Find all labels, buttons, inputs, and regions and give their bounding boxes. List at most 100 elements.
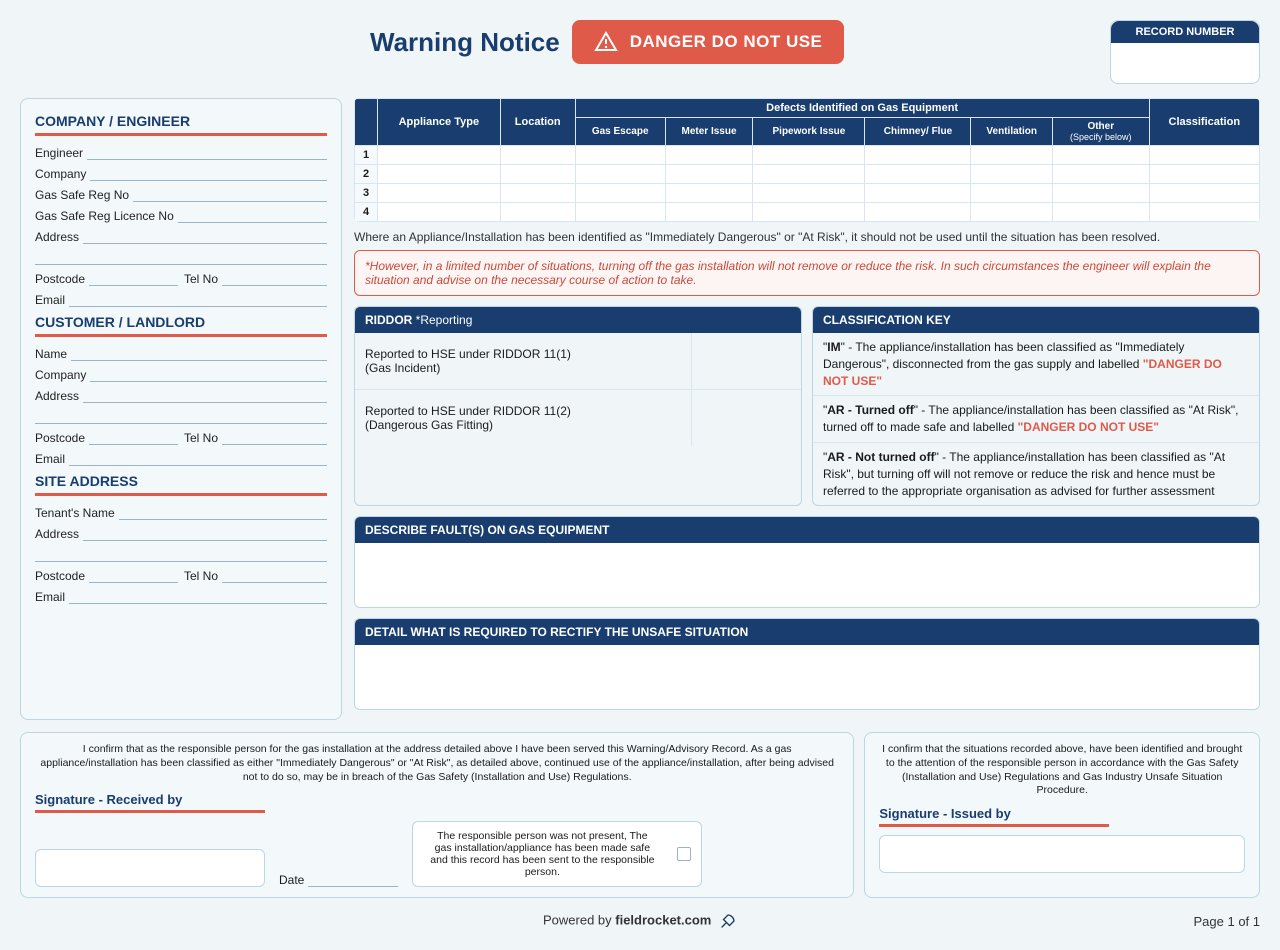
date-label: Date	[279, 873, 304, 887]
customer-company-input[interactable]	[90, 368, 327, 382]
signature-received-panel: I confirm that as the responsible person…	[20, 732, 854, 898]
not-present-text: The responsible person was not present, …	[430, 830, 654, 878]
not-present-box: The responsible person was not present, …	[412, 821, 702, 887]
footer-page: Page 1 of 1	[1180, 914, 1260, 929]
gas-safe-reg-no-input[interactable]	[133, 188, 327, 202]
customer-address-input[interactable]	[83, 389, 327, 403]
classkey-ar-off: "AR - Turned off" - The appliance/instal…	[813, 396, 1259, 443]
company-address-label: Address	[35, 230, 79, 244]
danger-label: DANGER DO NOT USE	[630, 32, 823, 52]
not-present-checkbox[interactable]	[677, 847, 691, 861]
col-chimney-flue: Chimney/ Flue	[865, 118, 970, 145]
site-address-input-2[interactable]	[35, 548, 327, 562]
site-email-label: Email	[35, 590, 65, 604]
site-postcode-input[interactable]	[89, 569, 178, 583]
footer: Powered by fieldrocket.com Page 1 of 1	[20, 912, 1260, 930]
classkey-im: "IM" - The appliance/installation has be…	[813, 333, 1259, 396]
company-section-title: COMPANY / ENGINEER	[35, 113, 327, 136]
company-telno-input[interactable]	[222, 272, 327, 286]
sig-issued-title: Signature - Issued by	[879, 806, 1109, 827]
customer-company-label: Company	[35, 368, 86, 382]
riddor-row-2: Reported to HSE under RIDDOR 11(2)(Dange…	[355, 390, 691, 446]
header-row: Warning Notice DANGER DO NOT USE RECORD …	[20, 20, 1260, 84]
note-text: Where an Appliance/Installation has been…	[354, 230, 1260, 244]
customer-address-input-2[interactable]	[35, 410, 327, 424]
company-label: Company	[35, 167, 86, 181]
company-address-input[interactable]	[83, 230, 327, 244]
warning-box: *However, in a limited number of situati…	[354, 250, 1260, 296]
tenant-name-label: Tenant's Name	[35, 506, 115, 520]
sig-issued-input[interactable]	[879, 835, 1245, 873]
customer-telno-label: Tel No	[184, 431, 218, 445]
customer-email-input[interactable]	[69, 452, 327, 466]
issued-disclaimer: I confirm that the situations recorded a…	[879, 743, 1245, 798]
site-email-input[interactable]	[69, 590, 327, 604]
customer-email-label: Email	[35, 452, 65, 466]
company-email-label: Email	[35, 293, 65, 307]
signature-issued-panel: I confirm that the situations recorded a…	[864, 732, 1260, 898]
gas-safe-licence-label: Gas Safe Reg Licence No	[35, 209, 174, 223]
customer-name-input[interactable]	[71, 347, 327, 361]
riddor-input-1[interactable]	[691, 333, 801, 389]
col-gas-escape: Gas Escape	[576, 118, 665, 145]
footer-powered: Powered by fieldrocket.com	[100, 912, 1180, 930]
site-telno-input[interactable]	[222, 569, 327, 583]
customer-postcode-label: Postcode	[35, 431, 85, 445]
company-postcode-label: Postcode	[35, 272, 85, 286]
table-row: 3	[355, 184, 1259, 202]
right-content: Appliance Type Location Defects Identifi…	[354, 98, 1260, 720]
customer-telno-input[interactable]	[222, 431, 327, 445]
col-other: Other(Specify below)	[1053, 118, 1149, 145]
tenant-name-input[interactable]	[119, 506, 327, 520]
col-defects-header: Defects Identified on Gas Equipment	[576, 99, 1149, 117]
record-number-input[interactable]	[1111, 43, 1259, 83]
riddor-row-1: Reported to HSE under RIDDOR 11(1)(Gas I…	[355, 333, 691, 389]
classkey-ar-not: "AR - Not turned off" - The appliance/in…	[813, 443, 1259, 505]
record-number-label: RECORD NUMBER	[1111, 21, 1259, 43]
customer-address-label: Address	[35, 389, 79, 403]
rocket-icon	[719, 912, 737, 930]
engineer-label: Engineer	[35, 146, 83, 160]
describe-faults-box: DESCRIBE FAULT(S) ON GAS EQUIPMENT	[354, 516, 1260, 608]
riddor-input-2[interactable]	[691, 390, 801, 446]
site-telno-label: Tel No	[184, 569, 218, 583]
page-title: Warning Notice	[370, 27, 560, 58]
col-location: Location	[501, 99, 575, 145]
describe-faults-input[interactable]	[355, 543, 1259, 607]
col-meter-issue: Meter Issue	[666, 118, 753, 145]
left-sidebar: COMPANY / ENGINEER Engineer Company Gas …	[20, 98, 342, 720]
site-address-input[interactable]	[83, 527, 327, 541]
date-input[interactable]	[308, 873, 398, 887]
classkey-head: CLASSIFICATION KEY	[813, 307, 1259, 333]
site-address-label: Address	[35, 527, 79, 541]
riddor-head: RIDDOR *Reporting	[355, 307, 801, 333]
col-classification: Classification	[1150, 99, 1259, 145]
received-disclaimer: I confirm that as the responsible person…	[35, 743, 839, 784]
warning-triangle-icon	[594, 30, 618, 54]
company-email-input[interactable]	[69, 293, 327, 307]
defects-table: Appliance Type Location Defects Identifi…	[354, 98, 1260, 222]
company-input[interactable]	[90, 167, 327, 181]
customer-name-label: Name	[35, 347, 67, 361]
sig-received-title: Signature - Received by	[35, 792, 265, 813]
customer-postcode-input[interactable]	[89, 431, 178, 445]
sig-received-input[interactable]	[35, 849, 265, 887]
col-ventilation: Ventilation	[971, 118, 1052, 145]
classification-key-panel: CLASSIFICATION KEY "IM" - The appliance/…	[812, 306, 1260, 506]
record-number-box: RECORD NUMBER	[1110, 20, 1260, 84]
gas-safe-licence-input[interactable]	[178, 209, 327, 223]
defects-tbody: 1 2 3 4	[355, 146, 1259, 221]
customer-section-title: CUSTOMER / LANDLORD	[35, 314, 327, 337]
company-telno-label: Tel No	[184, 272, 218, 286]
col-pipework-issue: Pipework Issue	[753, 118, 864, 145]
company-address-input-2[interactable]	[35, 251, 327, 265]
detail-rectify-box: DETAIL WHAT IS REQUIRED TO RECTIFY THE U…	[354, 618, 1260, 710]
detail-rectify-input[interactable]	[355, 645, 1259, 709]
table-row: 4	[355, 203, 1259, 221]
col-appliance-type: Appliance Type	[378, 99, 500, 145]
engineer-input[interactable]	[87, 146, 327, 160]
site-section-title: SITE ADDRESS	[35, 473, 327, 496]
detail-rectify-head: DETAIL WHAT IS REQUIRED TO RECTIFY THE U…	[355, 619, 1259, 645]
table-row: 1	[355, 146, 1259, 164]
company-postcode-input[interactable]	[89, 272, 178, 286]
